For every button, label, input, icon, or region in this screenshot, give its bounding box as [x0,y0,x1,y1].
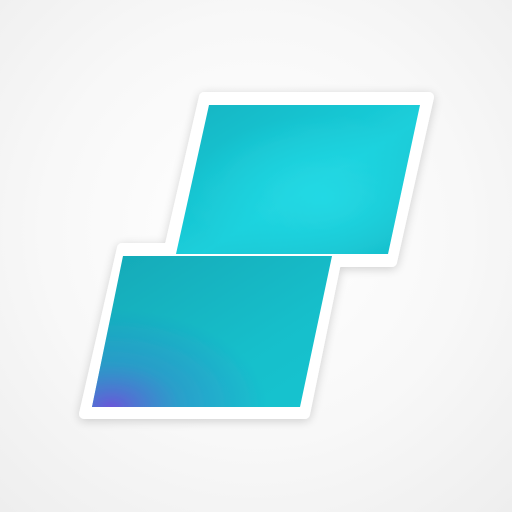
app-icon-canvas [0,0,512,512]
logo-group [79,92,434,419]
top-panel-glow [176,105,420,254]
bottom-panel-violet-corner [92,256,332,407]
app-icon-logo [79,92,434,419]
